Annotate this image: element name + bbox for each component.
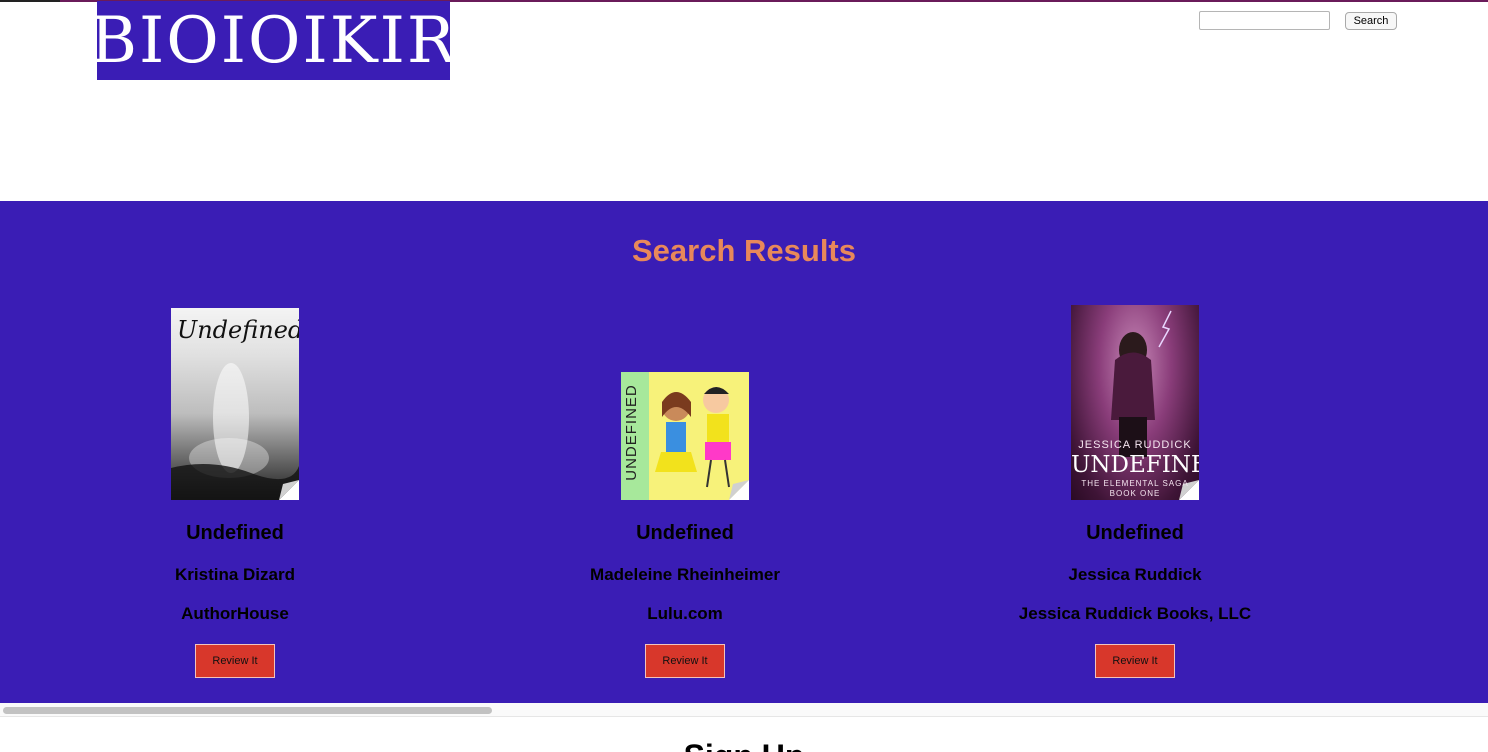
book-card: UNDEFINED Undefined Madeleine Rheinheime… xyxy=(460,201,910,703)
signup-heading: Sign Up xyxy=(0,738,1488,752)
book-title: Undefined xyxy=(636,522,734,544)
site-logo[interactable]: BIOIOIKIR xyxy=(90,1,455,80)
book-card: JESSICA RUDDICK UNDEFINED THE ELEMENTAL … xyxy=(910,201,1360,703)
book-cover-image[interactable]: UNDEFINED xyxy=(621,372,749,500)
book-author: Jessica Ruddick xyxy=(1068,565,1202,584)
book-author: Madeleine Rheinheimer xyxy=(590,565,780,584)
horizontal-scrollbar[interactable] xyxy=(0,703,1488,717)
review-it-button[interactable]: Review It xyxy=(195,644,275,678)
cover-series-text: THE ELEMENTAL SAGA xyxy=(1081,479,1189,488)
cover-title-text: UNDEFINED xyxy=(622,384,640,481)
review-it-button[interactable]: Review It xyxy=(645,644,725,678)
book-publisher: Lulu.com xyxy=(647,604,723,623)
logo-text: BIOIOIKIR xyxy=(89,3,458,78)
cover-title-text: UNDEFINED xyxy=(1071,452,1199,478)
search-button[interactable]: Search xyxy=(1345,12,1397,30)
review-it-button[interactable]: Review It xyxy=(1095,644,1175,678)
search-input[interactable] xyxy=(1199,11,1330,30)
cover-book-text: BOOK ONE xyxy=(1109,489,1161,498)
search-results-section: Search Results Undefined Undefined Krist… xyxy=(0,201,1488,703)
scrollbar-thumb[interactable] xyxy=(3,707,492,714)
book-cover-image[interactable]: JESSICA RUDDICK UNDEFINED THE ELEMENTAL … xyxy=(1071,305,1199,500)
book-title: Undefined xyxy=(1086,522,1184,544)
cover-title-text: Undefined xyxy=(177,316,299,344)
book-publisher: AuthorHouse xyxy=(181,604,289,623)
cover-art xyxy=(621,372,749,500)
book-card: Undefined Undefined Kristina Dizard Auth… xyxy=(10,201,460,703)
book-title: Undefined xyxy=(186,522,284,544)
cover-author-text: JESSICA RUDDICK xyxy=(1078,439,1192,451)
book-cover-image[interactable]: Undefined xyxy=(171,308,299,500)
book-publisher: Jessica Ruddick Books, LLC xyxy=(1018,604,1252,623)
book-author: Kristina Dizard xyxy=(175,565,295,584)
top-border-accent xyxy=(0,0,60,2)
